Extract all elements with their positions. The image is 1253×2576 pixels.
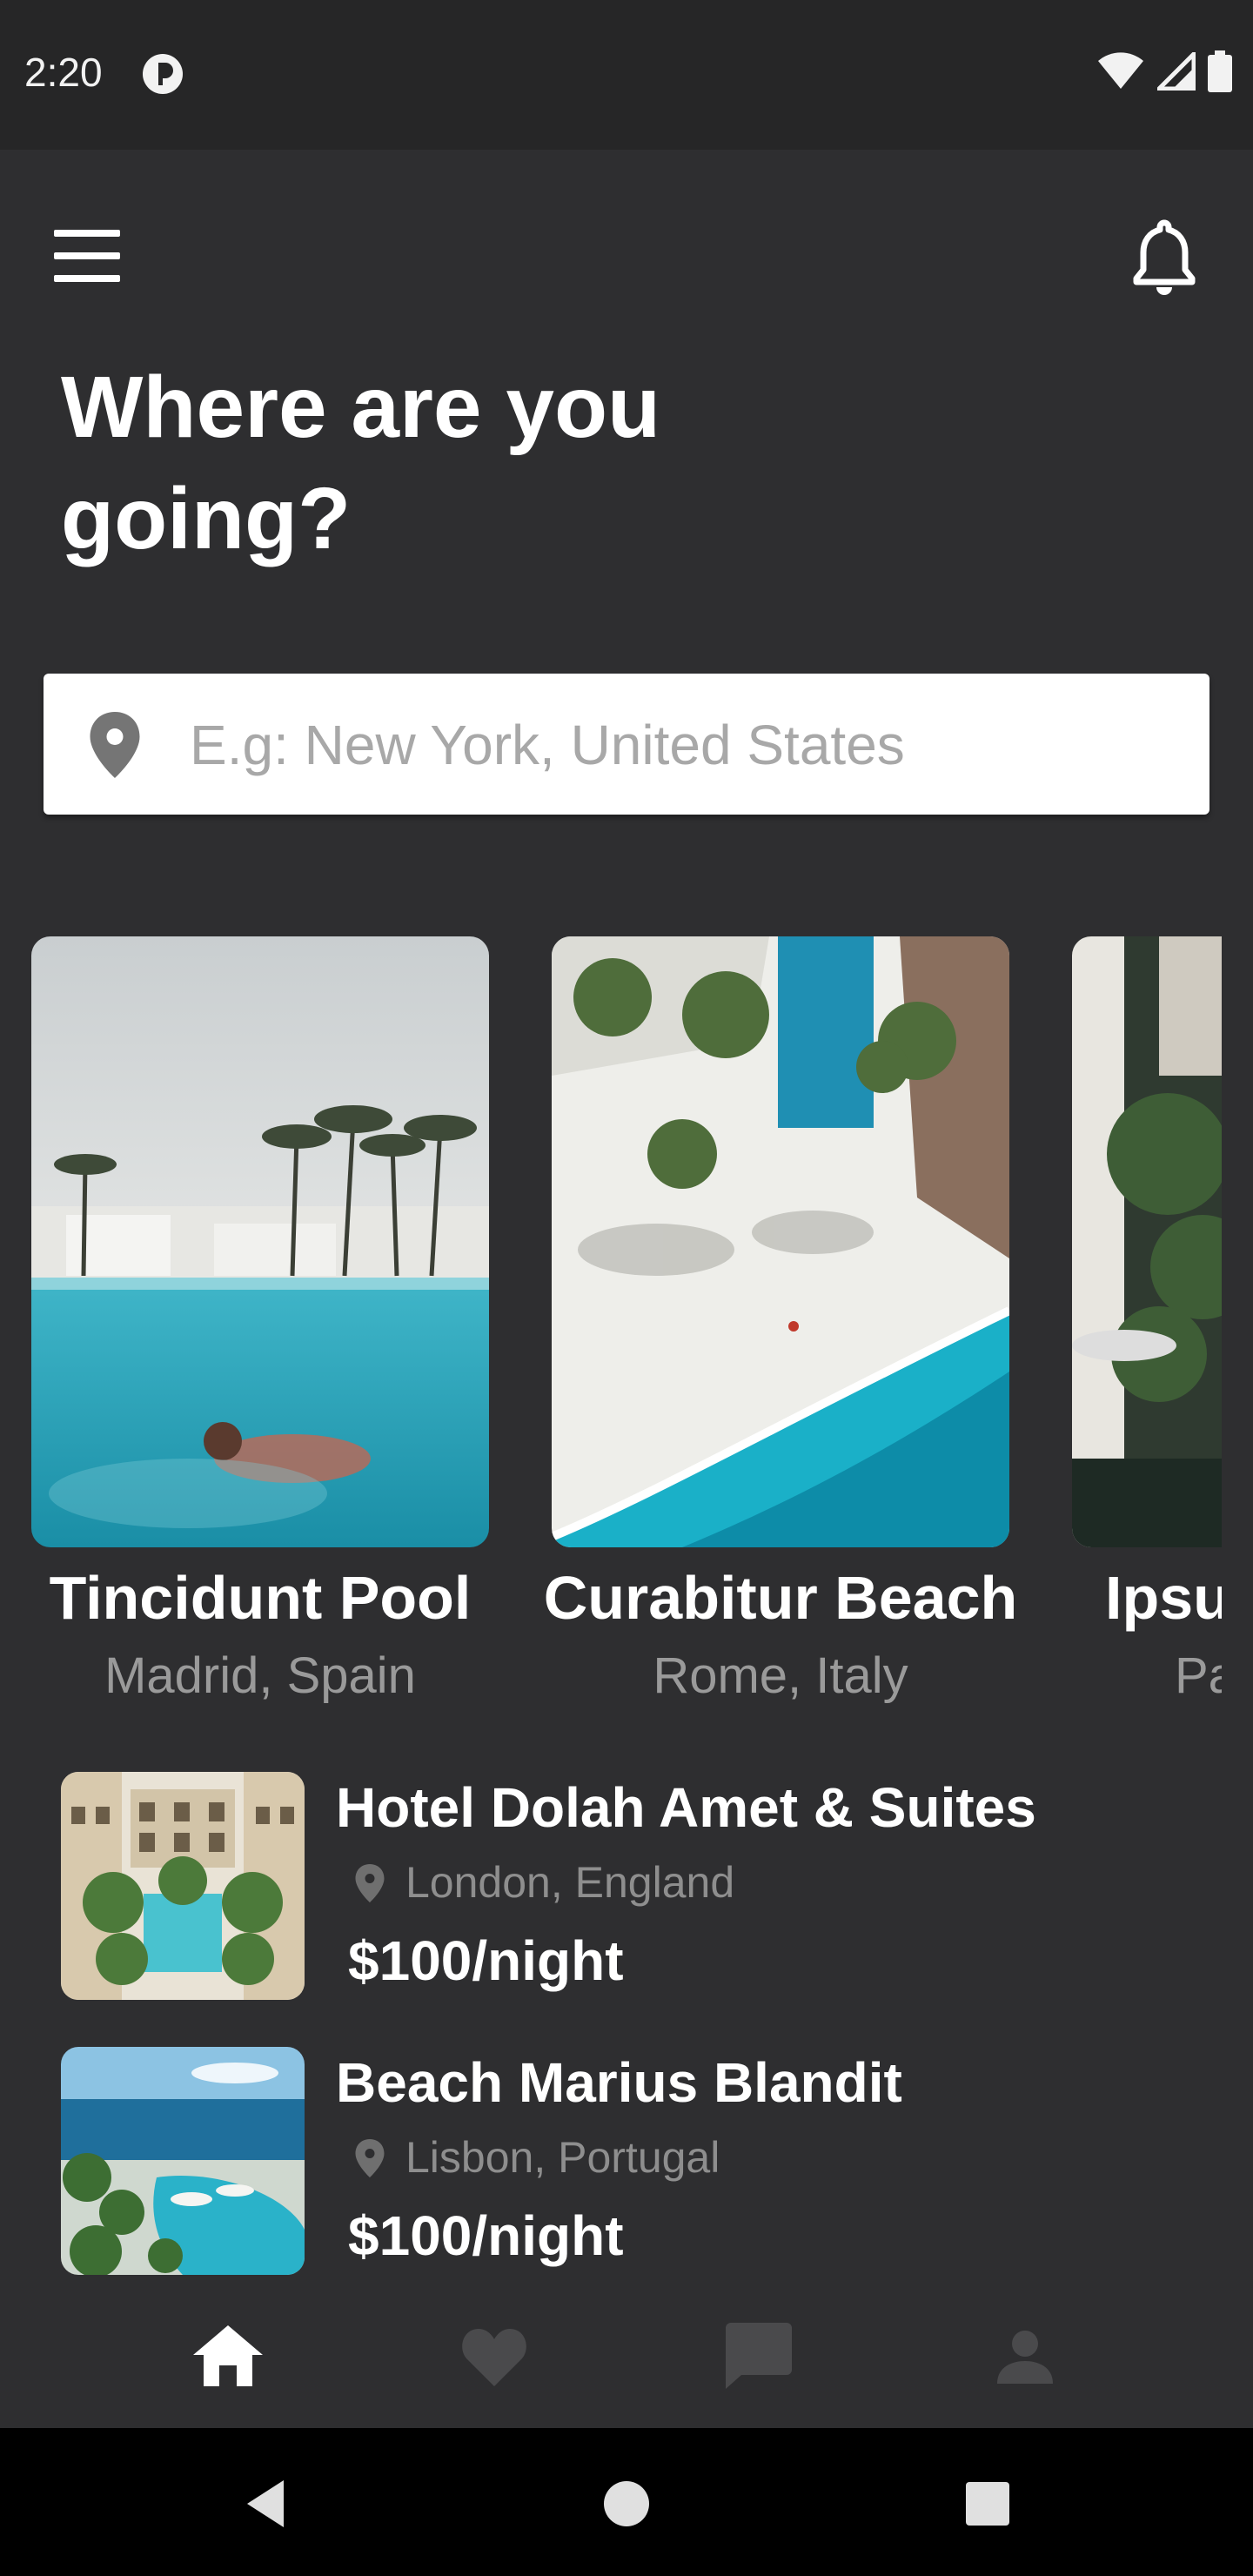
app-screen: Where are you going? E.g: New York, Unit… <box>0 150 1253 2428</box>
featured-card-location: Pa <box>1175 1647 1222 1704</box>
location-pin-icon <box>355 2139 385 2177</box>
home-circle-icon[interactable] <box>596 2473 657 2534</box>
hotel-list-item[interactable]: Hotel Dolah Amet & Suites London, Englan… <box>61 1772 1192 2000</box>
signal-icon <box>1157 52 1196 91</box>
featured-card-title: Curabitur Beach <box>543 1564 1018 1632</box>
nav-home[interactable] <box>184 2317 271 2395</box>
battery-icon <box>1208 50 1232 92</box>
featured-carousel[interactable]: Tincidunt Pool Madrid, Spain Curabitur B… <box>0 936 1222 1807</box>
menu-icon-bar <box>54 230 120 237</box>
location-pin-icon <box>355 1864 385 1902</box>
hotel-location: London, England <box>405 1858 735 1907</box>
featured-card-image <box>552 936 1009 1547</box>
featured-card-title: Tincidunt Pool <box>49 1564 472 1632</box>
featured-card-location: Rome, Italy <box>653 1647 908 1704</box>
hotel-name: Hotel Dolah Amet & Suites <box>336 1776 1036 1839</box>
system-navigation-bar <box>0 2428 1253 2576</box>
hotel-location: Lisbon, Portugal <box>405 2133 720 2182</box>
menu-button[interactable] <box>50 230 124 289</box>
featured-card-image <box>1072 936 1222 1547</box>
search-input[interactable] <box>188 700 1183 790</box>
featured-card[interactable]: Curabitur Beach Rome, Italy <box>544 936 1017 1704</box>
back-icon[interactable] <box>237 2473 298 2534</box>
chat-icon <box>726 2323 792 2389</box>
heart-icon <box>462 2329 526 2386</box>
hotel-price: $100/night <box>348 1929 624 1992</box>
location-pin-icon <box>90 712 140 778</box>
search-bar[interactable] <box>44 674 1209 815</box>
recents-icon[interactable] <box>957 2473 1018 2534</box>
featured-card[interactable]: Tincidunt Pool Madrid, Spain <box>31 936 489 1704</box>
page-title: Where are you going? <box>61 359 661 567</box>
hotel-name: Beach Marius Blandit <box>336 2051 902 2114</box>
hotel-thumbnail <box>61 1772 305 2000</box>
nav-profile[interactable] <box>982 2317 1069 2395</box>
profile-icon <box>997 2331 1053 2384</box>
nav-messages[interactable] <box>715 2317 802 2395</box>
status-time: 2:20 <box>24 50 103 95</box>
notification-app-icon <box>143 54 183 94</box>
status-icons <box>1096 50 1232 92</box>
bottom-navigation <box>0 2280 1253 2428</box>
featured-card-location: Madrid, Spain <box>104 1647 416 1704</box>
wifi-icon <box>1098 52 1143 89</box>
home-icon <box>193 2325 263 2386</box>
nav-favorites[interactable] <box>451 2317 538 2395</box>
featured-card[interactable]: Ipsu Pa <box>1072 936 1222 1704</box>
hotel-list-item[interactable]: Beach Marius Blandit Lisbon, Portugal $1… <box>61 2047 1192 2275</box>
notification-bell-icon[interactable] <box>1129 218 1199 296</box>
status-bar: 2:20 <box>0 0 1253 150</box>
hotel-thumbnail <box>61 2047 305 2275</box>
featured-card-title: Ipsu <box>1105 1564 1222 1632</box>
menu-icon-bar <box>54 252 120 259</box>
featured-card-image <box>31 936 489 1547</box>
menu-icon-bar <box>54 275 120 282</box>
hotel-price: $100/night <box>348 2204 624 2267</box>
